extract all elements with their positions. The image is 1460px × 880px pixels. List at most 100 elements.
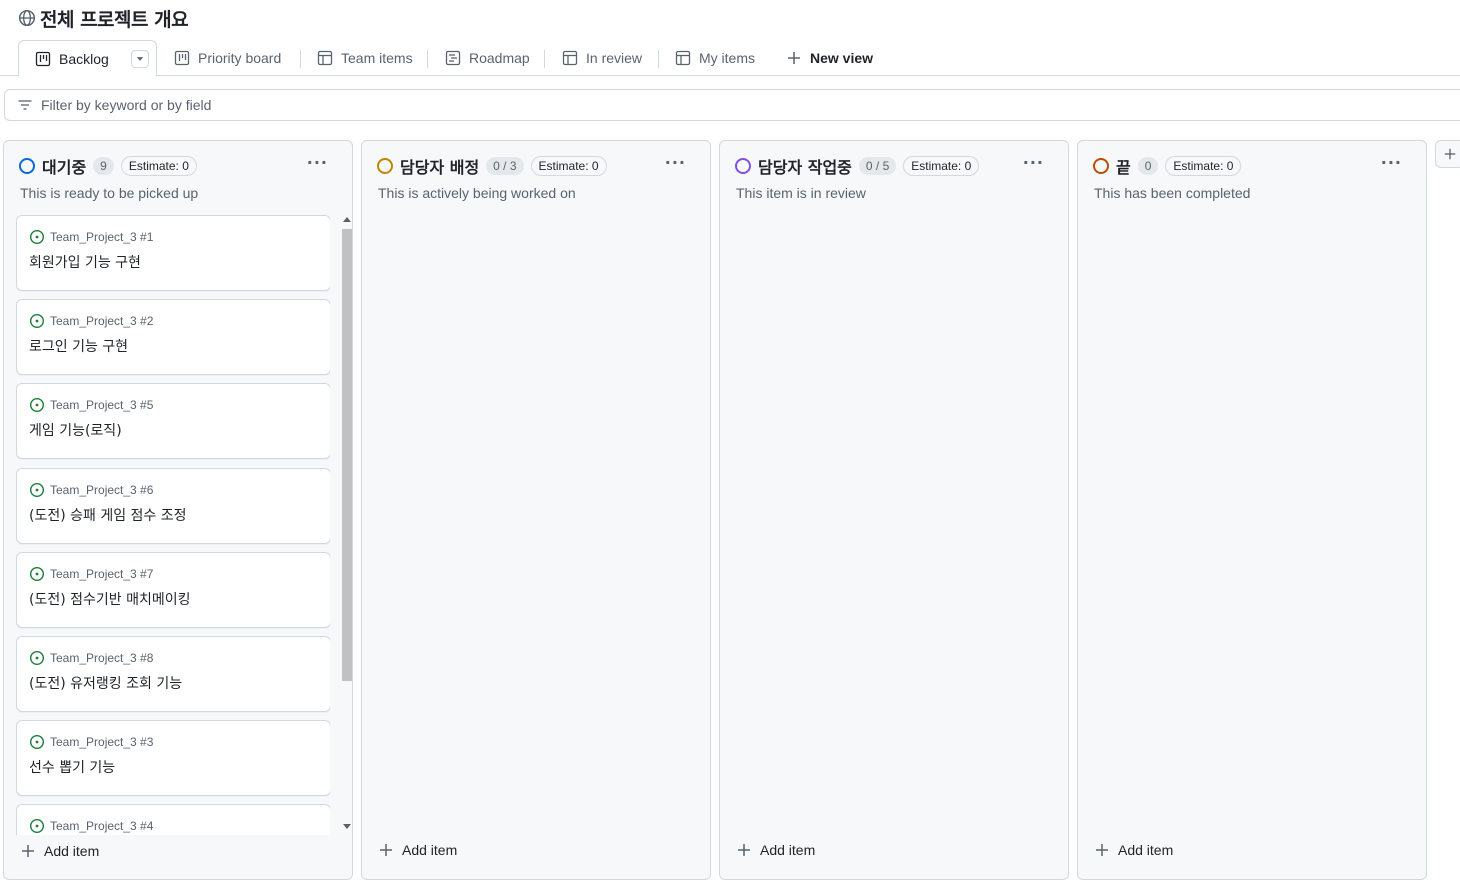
- column-menu-icon[interactable]: ···: [1023, 153, 1044, 172]
- card-repo-number: Team_Project_3 #5: [50, 398, 154, 412]
- card-title[interactable]: 회원가입 기능 구현: [29, 252, 141, 272]
- column-description: This is actively being worked on: [378, 185, 576, 201]
- view-options-button[interactable]: [130, 49, 149, 68]
- column-header: 대기중 9 Estimate: 0: [19, 155, 197, 177]
- status-circle-icon: [1093, 158, 1109, 174]
- card-title[interactable]: (도전) 유저랭킹 조회 기능: [29, 673, 182, 693]
- filter-input[interactable]: Filter by keyword or by field: [4, 89, 1460, 121]
- card-repo-number: Team_Project_3 #3: [50, 735, 154, 749]
- issue-open-icon: [29, 482, 45, 498]
- tab-team-items[interactable]: Team items: [317, 40, 413, 76]
- add-item-label: Add item: [1118, 842, 1174, 858]
- issue-card[interactable]: Team_Project_3 #7 (도전) 점수기반 매치메이킹: [16, 552, 330, 628]
- tab-label: My items: [699, 50, 755, 66]
- column-menu-icon[interactable]: ···: [1381, 153, 1402, 172]
- estimate-badge: Estimate: 0: [903, 156, 980, 176]
- add-item-button[interactable]: Add item: [20, 843, 99, 859]
- issue-open-icon: [29, 313, 45, 329]
- column-menu-icon[interactable]: ···: [665, 153, 686, 172]
- estimate-badge: Estimate: 0: [530, 156, 607, 176]
- column-assigned: 담당자 배정 0 / 3 Estimate: 0 ··· This is act…: [361, 140, 711, 880]
- add-item-button[interactable]: Add item: [1094, 842, 1173, 858]
- card-meta: Team_Project_3 #1: [29, 229, 153, 245]
- add-item-label: Add item: [760, 842, 816, 858]
- estimate-badge: Estimate: 0: [1165, 156, 1242, 176]
- tab-priority-board[interactable]: Priority board: [174, 40, 281, 76]
- issue-card[interactable]: Team_Project_3 #1 회원가입 기능 구현: [16, 215, 330, 291]
- item-count-badge: 0: [1137, 157, 1159, 175]
- column-waiting: 대기중 9 Estimate: 0 ··· This is ready to b…: [3, 140, 353, 880]
- issue-card[interactable]: Team_Project_3 #2 로그인 기능 구현: [16, 299, 330, 375]
- issue-open-icon: [29, 229, 45, 245]
- estimate-badge: Estimate: 0: [120, 156, 197, 176]
- issue-card[interactable]: Team_Project_3 #3 선수 뽑기 기능: [16, 720, 330, 796]
- issue-card[interactable]: Team_Project_3 #5 게임 기능(로직): [16, 383, 330, 459]
- card-meta: Team_Project_3 #3: [29, 734, 153, 750]
- card-meta: Team_Project_3 #2: [29, 313, 153, 329]
- column-title: 담당자 작업중: [758, 158, 852, 177]
- column-in-progress: 담당자 작업중 0 / 5 Estimate: 0 ··· This item …: [719, 140, 1069, 880]
- table-icon: [562, 50, 578, 66]
- board-icon: [35, 51, 51, 66]
- card-list-scrollbar[interactable]: [340, 213, 353, 835]
- card-meta: Team_Project_3 #4: [29, 818, 153, 834]
- filter-icon: [18, 100, 32, 110]
- card-repo-number: Team_Project_3 #2: [50, 314, 154, 328]
- scrollbar-thumb[interactable]: [342, 229, 352, 681]
- tab-backlog[interactable]: Backlog: [18, 40, 157, 77]
- add-item-button[interactable]: Add item: [378, 842, 457, 858]
- tab-divider: [658, 50, 659, 68]
- card-meta: Team_Project_3 #7: [29, 566, 153, 582]
- status-circle-icon: [735, 158, 751, 174]
- column-description: This is ready to be picked up: [20, 185, 199, 201]
- issue-open-icon: [29, 566, 45, 582]
- add-item-label: Add item: [44, 843, 100, 859]
- plus-icon: [738, 844, 750, 856]
- scroll-down-arrow-icon[interactable]: [343, 824, 351, 829]
- tab-in-review[interactable]: In review: [562, 40, 642, 76]
- page-title: 전체 프로젝트 개요: [40, 8, 189, 31]
- filter-placeholder: Filter by keyword or by field: [41, 97, 212, 113]
- plus-icon: [22, 845, 34, 857]
- scroll-up-arrow-icon[interactable]: [343, 217, 351, 222]
- card-repo-number: Team_Project_3 #8: [50, 651, 154, 665]
- plus-icon: [1096, 844, 1108, 856]
- add-column-button[interactable]: [1435, 140, 1460, 168]
- add-item-button[interactable]: Add item: [736, 842, 815, 858]
- tab-roadmap[interactable]: Roadmap: [445, 40, 530, 76]
- card-title[interactable]: (도전) 승패 게임 점수 조정: [29, 505, 187, 525]
- issue-card[interactable]: Team_Project_3 #8 (도전) 유저랭킹 조회 기능: [16, 636, 330, 712]
- tab-label: Roadmap: [469, 50, 530, 66]
- tab-label: New view: [810, 50, 874, 66]
- card-title[interactable]: 게임 기능(로직): [29, 420, 122, 440]
- issue-open-icon: [29, 734, 45, 750]
- tab-divider: [300, 50, 301, 68]
- plus-icon: [1444, 148, 1456, 160]
- new-view-button[interactable]: New view: [786, 40, 873, 76]
- tab-my-items[interactable]: My items: [675, 40, 755, 76]
- triangle-down-icon: [136, 56, 143, 61]
- table-icon: [675, 50, 691, 66]
- column-title: 담당자 배정: [400, 158, 480, 177]
- card-title[interactable]: (도전) 점수기반 매치메이킹: [29, 589, 191, 609]
- card-title[interactable]: 로그인 기능 구현: [29, 336, 128, 356]
- board-icon: [174, 50, 190, 66]
- column-title: 끝: [1116, 158, 1131, 177]
- card-title[interactable]: 선수 뽑기 기능: [29, 757, 115, 777]
- issue-card[interactable]: Team_Project_3 #6 (도전) 승패 게임 점수 조정: [16, 468, 330, 544]
- column-title: 대기중: [42, 158, 87, 177]
- plus-icon: [380, 844, 392, 856]
- column-header: 끝 0 Estimate: 0: [1093, 155, 1242, 177]
- column-menu-icon[interactable]: ···: [307, 153, 328, 172]
- status-circle-icon: [377, 158, 393, 174]
- card-list: Team_Project_3 #1 회원가입 기능 구현 Team_Projec…: [12, 213, 330, 835]
- card-meta: Team_Project_3 #6: [29, 482, 153, 498]
- issue-card[interactable]: Team_Project_3 #4: [16, 804, 330, 835]
- roadmap-icon: [445, 50, 461, 66]
- item-count-badge: 0 / 3: [486, 157, 524, 175]
- issue-open-icon: [29, 818, 45, 834]
- tab-divider: [427, 50, 428, 68]
- add-item-label: Add item: [402, 842, 458, 858]
- column-description: This has been completed: [1094, 185, 1251, 201]
- tab-label: In review: [586, 50, 643, 66]
